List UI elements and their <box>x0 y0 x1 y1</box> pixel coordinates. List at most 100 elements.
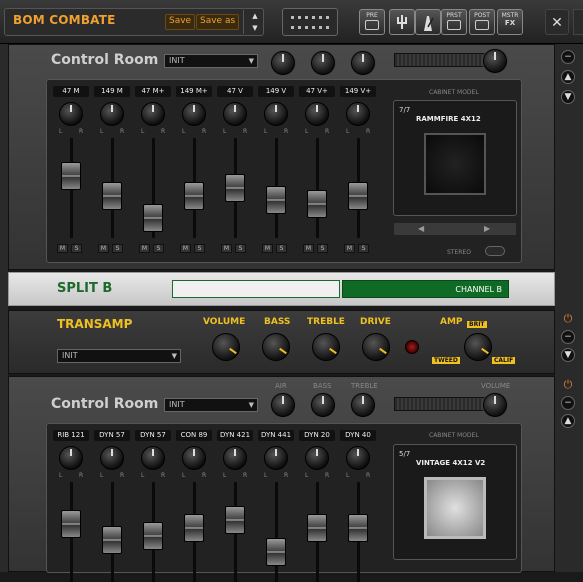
chevron-up-icon[interactable]: ▲ <box>244 10 266 22</box>
channel-pan-knob[interactable] <box>141 102 165 126</box>
channel-fader[interactable] <box>307 190 327 218</box>
post-fx-button[interactable]: POST <box>469 9 495 35</box>
channel-fader[interactable] <box>61 510 81 538</box>
mute-button[interactable]: M <box>344 244 355 253</box>
mute-button[interactable]: M <box>262 244 273 253</box>
right-rail <box>555 44 583 572</box>
cabinet-nav[interactable]: ◀ ▶ <box>393 222 517 236</box>
channel-pan-knob[interactable] <box>346 446 370 470</box>
channel-fader[interactable] <box>102 526 122 554</box>
solo-button[interactable]: S <box>317 244 328 253</box>
close-button[interactable]: ✕ <box>545 9 569 35</box>
channel-fader[interactable] <box>102 182 122 210</box>
solo-button[interactable]: S <box>112 244 123 253</box>
channel-fader[interactable] <box>143 522 163 550</box>
treble-knob[interactable] <box>351 51 375 75</box>
mute-button[interactable]: M <box>221 244 232 253</box>
collapse-button[interactable]: − <box>561 50 575 64</box>
volume-knob[interactable] <box>483 393 507 417</box>
channel-pan-knob[interactable] <box>305 102 329 126</box>
collapse-button[interactable]: − <box>561 330 575 344</box>
channel-fader[interactable] <box>307 514 327 542</box>
metronome-button[interactable] <box>415 9 441 35</box>
preset-fx-button[interactable]: PRST <box>441 9 467 35</box>
cabinet-display[interactable]: 7/7 RAMMFIRE 4X12 <box>393 100 517 216</box>
overflow-button[interactable] <box>573 9 583 35</box>
channel-fader[interactable] <box>348 182 368 210</box>
channel-fader[interactable] <box>348 514 368 542</box>
channel-pan-knob[interactable] <box>346 102 370 126</box>
channel-pan-knob[interactable] <box>59 446 83 470</box>
channel-pan-knob[interactable] <box>264 446 288 470</box>
solo-button[interactable]: S <box>194 244 205 253</box>
collapse-button[interactable]: − <box>561 396 575 410</box>
channel-pan-knob[interactable] <box>305 446 329 470</box>
power-icon[interactable]: ⏻ <box>561 378 575 392</box>
channel-b-bar[interactable]: CHANNEL B <box>342 280 509 298</box>
channel-fader[interactable] <box>184 514 204 542</box>
channel-fader[interactable] <box>266 538 286 566</box>
solo-button[interactable]: S <box>71 244 82 253</box>
top-toolbar: BOM COMBATE Save Save as ▲ ▼ PRE PRST PO… <box>0 0 583 44</box>
channel-pan-knob[interactable] <box>223 102 247 126</box>
channel-pan-knob[interactable] <box>59 102 83 126</box>
pre-fx-button[interactable]: PRE <box>359 9 385 35</box>
chevron-up-icon[interactable]: ▲ <box>561 70 575 84</box>
power-icon[interactable]: ⏻ <box>561 312 575 326</box>
volume-knob[interactable] <box>212 333 240 361</box>
channel-fader[interactable] <box>61 162 81 190</box>
master-fx-button[interactable]: MSTR FX <box>497 9 523 35</box>
channel-pan-knob[interactable] <box>182 102 206 126</box>
arrow-left-icon[interactable]: ◀ <box>418 224 424 233</box>
mute-button[interactable]: M <box>303 244 314 253</box>
air-knob[interactable] <box>271 51 295 75</box>
solo-button[interactable]: S <box>235 244 246 253</box>
module-title: Control Room <box>51 396 159 412</box>
stereo-toggle[interactable] <box>485 246 505 256</box>
channel-fader[interactable] <box>266 186 286 214</box>
chevron-up-icon[interactable]: ▲ <box>561 414 575 428</box>
chevron-down-icon[interactable]: ▼ <box>561 348 575 362</box>
volume-knob[interactable] <box>483 49 507 73</box>
tuner-button[interactable] <box>389 9 415 35</box>
preset-dropdown[interactable]: INIT ▼ <box>164 54 258 68</box>
mute-button[interactable]: M <box>57 244 68 253</box>
channel-a-bar[interactable] <box>172 280 340 298</box>
air-knob[interactable] <box>271 393 295 417</box>
pan-left-label: L <box>182 128 186 135</box>
grid-view-button[interactable] <box>282 8 338 36</box>
channel-pan-knob[interactable] <box>100 446 124 470</box>
bass-knob[interactable] <box>262 333 290 361</box>
preset-dropdown[interactable]: INIT ▼ <box>57 349 181 363</box>
channel-pan-knob[interactable] <box>223 446 247 470</box>
treble-knob[interactable] <box>312 333 340 361</box>
cabinet-display[interactable]: 5/7 VINTAGE 4X12 V2 <box>393 444 517 560</box>
mute-button[interactable]: M <box>139 244 150 253</box>
solo-button[interactable]: S <box>358 244 369 253</box>
mute-button[interactable]: M <box>180 244 191 253</box>
chevron-down-icon[interactable]: ▼ <box>561 90 575 104</box>
treble-knob[interactable] <box>351 393 375 417</box>
save-button[interactable]: Save <box>165 14 196 30</box>
mute-button[interactable]: M <box>98 244 109 253</box>
channel-fader[interactable] <box>225 506 245 534</box>
channel-fader[interactable] <box>225 174 245 202</box>
channel-pan-knob[interactable] <box>141 446 165 470</box>
arrow-right-icon[interactable]: ▶ <box>484 224 490 233</box>
bass-knob[interactable] <box>311 393 335 417</box>
solo-button[interactable]: S <box>276 244 287 253</box>
preset-selector[interactable]: BOM COMBATE Save Save as ▲ ▼ <box>4 8 264 36</box>
preset-spinner[interactable]: ▲ ▼ <box>243 10 265 34</box>
solo-button[interactable]: S <box>153 244 164 253</box>
channel-fader[interactable] <box>143 203 163 232</box>
drive-knob[interactable] <box>362 333 390 361</box>
preset-dropdown[interactable]: INIT ▼ <box>164 398 258 412</box>
bass-knob[interactable] <box>311 51 335 75</box>
amp-selector-knob[interactable] <box>464 333 492 361</box>
chevron-down-icon[interactable]: ▼ <box>244 22 266 34</box>
channel-pan-knob[interactable] <box>100 102 124 126</box>
channel-pan-knob[interactable] <box>182 446 206 470</box>
save-as-button[interactable]: Save as <box>196 14 240 30</box>
channel-fader[interactable] <box>184 182 204 210</box>
channel-pan-knob[interactable] <box>264 102 288 126</box>
